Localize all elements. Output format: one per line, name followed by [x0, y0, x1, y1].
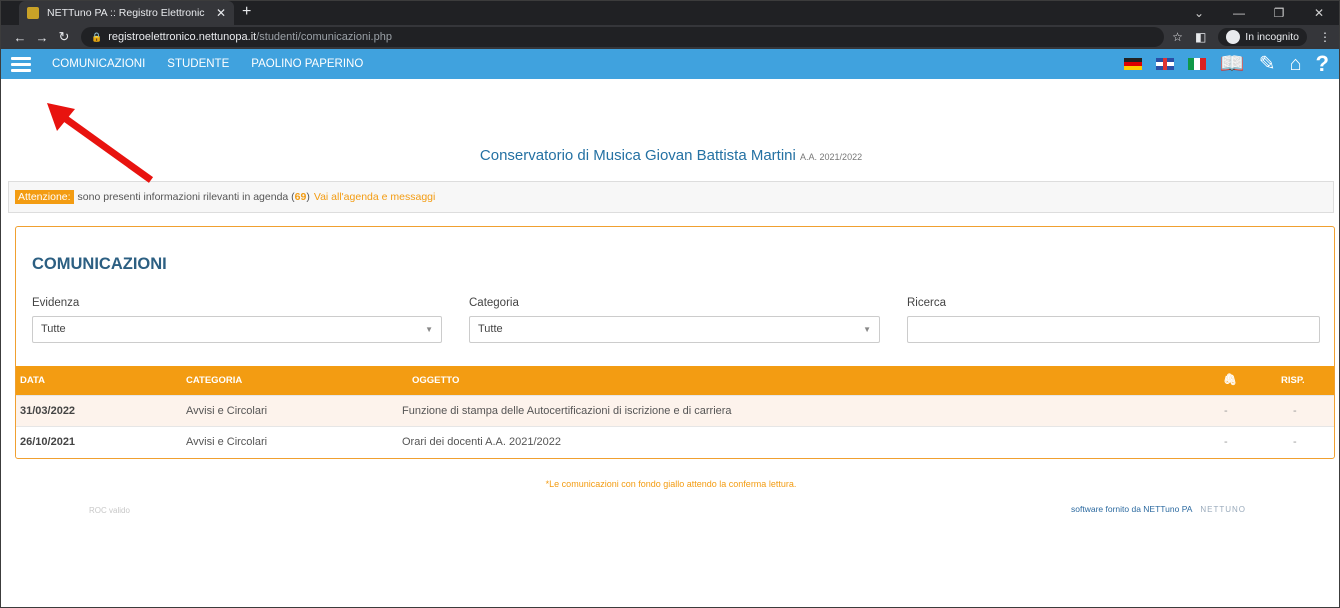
row-date: 26/10/2021 — [20, 436, 76, 448]
lock-icon: 🔒 — [91, 31, 103, 42]
alert-tag: Attenzione: — [15, 190, 74, 204]
close-window-icon[interactable]: ✕ — [1299, 1, 1339, 25]
ricerca-input[interactable] — [907, 316, 1320, 343]
comunicazioni-panel: COMUNICAZIONI Evidenza Tutte ▼ Categoria… — [15, 226, 1335, 459]
window-controls: ⌄ — ❐ ✕ — [1179, 1, 1339, 25]
categoria-label: Categoria — [469, 297, 519, 309]
col-oggetto[interactable]: OGGETTO — [412, 366, 459, 395]
uk-flag-icon[interactable] — [1155, 58, 1174, 70]
browser-tab[interactable]: NETTuno PA :: Registro Elettronic ✕ — [19, 1, 234, 25]
site-favicon-icon — [27, 7, 39, 19]
close-tab-icon[interactable]: ✕ — [216, 6, 226, 20]
alert-count: 69 — [294, 191, 307, 203]
institution-title: Conservatorio di Musica Giovan Battista … — [1, 147, 1339, 164]
home-icon[interactable]: ⌂ — [1289, 49, 1301, 79]
alert-text-before: sono presenti informazioni rilevanti in … — [77, 191, 295, 203]
reload-icon[interactable]: ↻ — [53, 29, 75, 45]
incognito-label: In incognito — [1245, 31, 1299, 43]
browser-menu-icon[interactable]: ⋮ — [1319, 30, 1331, 44]
row-subject[interactable]: Funzione di stampa delle Autocertificazi… — [402, 396, 732, 426]
nav-item-user[interactable]: PAOLINO PAPERINO — [240, 49, 374, 79]
row-subject[interactable]: Orari dei docenti A.A. 2021/2022 — [402, 427, 561, 457]
chevron-down-icon: ▼ — [863, 325, 871, 334]
book-icon[interactable]: 📖 — [1220, 49, 1245, 79]
evidenza-select[interactable]: Tutte ▼ — [32, 316, 442, 343]
agenda-alert: Attenzione: sono presenti informazioni r… — [8, 181, 1334, 213]
help-icon[interactable]: ? — [1316, 49, 1329, 79]
address-bar: ← → ↻ 🔒 registroelettronico.nettunopa.it… — [1, 25, 1339, 49]
page-content: Conservatorio di Musica Giovan Battista … — [1, 79, 1339, 607]
row-attachment: - — [1224, 436, 1228, 448]
software-credit[interactable]: software fornito da NETTuno PA NETTUNO — [1071, 504, 1246, 514]
red-arrow-annotation-icon — [47, 103, 154, 183]
sidepanel-icon[interactable]: ◧ — [1195, 30, 1206, 44]
table-row[interactable]: 26/10/2021 Avvisi e Circolari Orari dei … — [16, 426, 1334, 457]
hamburger-menu-icon[interactable] — [1, 49, 41, 79]
browser-window: NETTuno PA :: Registro Elettronic ✕ + ⌄ … — [0, 0, 1340, 608]
incognito-icon — [1226, 30, 1241, 44]
row-attachment: - — [1224, 405, 1228, 417]
panel-title: COMUNICAZIONI — [32, 255, 167, 273]
address-bar-actions: ☆ ◧ In incognito ⋮ — [1172, 28, 1331, 46]
url-host: registroelettronico.nettunopa.it — [108, 31, 257, 43]
categoria-select[interactable]: Tutte ▼ — [469, 316, 880, 343]
restore-icon[interactable]: ❐ — [1259, 1, 1299, 25]
tab-title: NETTuno PA :: Registro Elettronic — [47, 7, 205, 19]
incognito-badge[interactable]: In incognito — [1218, 28, 1307, 46]
institution-name: Conservatorio di Musica Giovan Battista … — [479, 147, 796, 164]
alert-text-after: ) — [306, 191, 310, 203]
agenda-link[interactable]: Vai all'agenda e messaggi — [314, 191, 435, 203]
chevron-down-icon: ▼ — [425, 325, 433, 334]
url-field[interactable]: 🔒 registroelettronico.nettunopa.it/stude… — [81, 27, 1165, 47]
italian-flag-icon[interactable] — [1187, 58, 1206, 70]
academic-year: A.A. 2021/2022 — [800, 152, 863, 162]
row-reply: - — [1293, 436, 1297, 448]
col-risp[interactable]: RISP. — [1281, 366, 1305, 395]
col-data[interactable]: DATA — [20, 366, 45, 395]
evidenza-value: Tutte — [41, 323, 66, 335]
nav-actions: 📖 ✎ ⌂ ? — [1123, 49, 1329, 79]
evidenza-label: Evidenza — [32, 297, 80, 309]
nav-item-comunicazioni[interactable]: COMUNICAZIONI — [41, 49, 156, 79]
row-category: Avvisi e Circolari — [186, 405, 268, 417]
browser-tab-bar: NETTuno PA :: Registro Elettronic ✕ + ⌄ … — [1, 1, 1339, 25]
row-date: 31/03/2022 — [20, 405, 76, 417]
categoria-value: Tutte — [478, 323, 503, 335]
bookmark-star-icon[interactable]: ☆ — [1172, 30, 1183, 44]
new-tab-icon[interactable]: + — [242, 1, 251, 25]
tab-search-icon[interactable]: ⌄ — [1179, 1, 1219, 25]
software-text: software fornito da NETTuno PA — [1071, 504, 1192, 514]
ricerca-label: Ricerca — [907, 297, 946, 309]
german-flag-icon[interactable] — [1123, 58, 1142, 70]
site-navbar: COMUNICAZIONI STUDENTE PAOLINO PAPERINO … — [1, 49, 1339, 79]
minimize-icon[interactable]: — — [1219, 1, 1259, 25]
nav-item-studente[interactable]: STUDENTE — [156, 49, 240, 79]
table-header: DATA CATEGORIA OGGETTO 🖇 RISP. — [16, 366, 1334, 395]
url-path: /studenti/comunicazioni.php — [256, 31, 392, 43]
edit-icon[interactable]: ✎ — [1259, 49, 1276, 79]
col-categoria[interactable]: CATEGORIA — [186, 366, 242, 395]
paperclip-icon: 🖇 — [1223, 374, 1237, 386]
confirmation-note: *Le comunicazioni con fondo giallo atten… — [545, 479, 797, 489]
row-category: Avvisi e Circolari — [186, 436, 268, 448]
roc-text: ROC valido — [89, 506, 130, 515]
nettuno-logo: NETTUNO — [1200, 505, 1246, 514]
table-row[interactable]: 31/03/2022 Avvisi e Circolari Funzione d… — [16, 395, 1334, 426]
back-icon[interactable]: ← — [9, 30, 31, 45]
forward-icon[interactable]: → — [31, 30, 53, 45]
row-reply: - — [1293, 405, 1297, 417]
